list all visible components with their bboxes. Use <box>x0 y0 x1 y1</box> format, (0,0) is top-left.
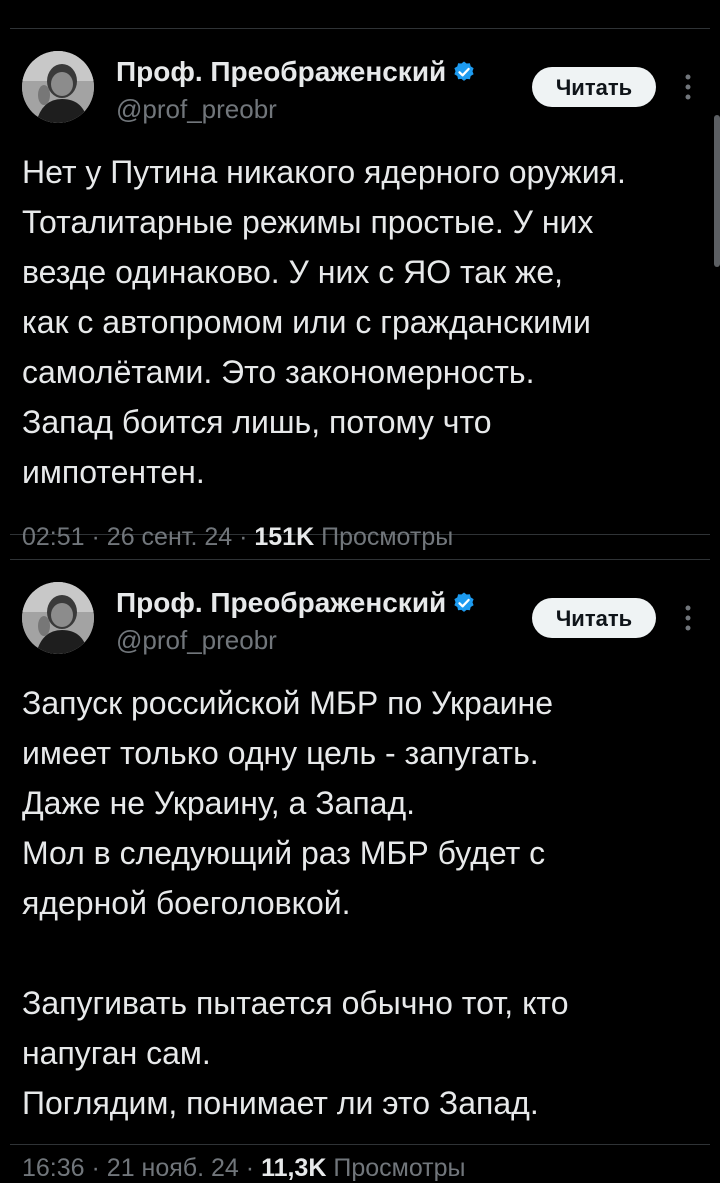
tweet-card[interactable]: Проф. Преображенский @prof_preobr Читать… <box>0 560 720 1182</box>
tweet-text: Нет у Путина никакого ядерного оружия. Т… <box>22 147 698 497</box>
meta-separator: · <box>239 523 255 551</box>
tweet-text-line: импотентен. <box>22 454 205 490</box>
meta-separator: · <box>91 1154 107 1182</box>
top-spacer <box>0 0 720 28</box>
tweet-text-line: Запугивать пытается обычно тот, кто <box>22 985 569 1021</box>
tweet-text-line: Поглядим, понимает ли это Запад. <box>22 1085 539 1121</box>
tweet-text: Запуск российской МБР по Украине имеет т… <box>22 678 698 1128</box>
avatar[interactable] <box>22 51 94 123</box>
author-names: Проф. Преображенский @prof_preobr <box>116 586 476 657</box>
tweet-text-line: имеет только одну цель - запугать. <box>22 735 539 771</box>
tweet-header: Проф. Преображенский @prof_preobr Читать <box>22 51 698 131</box>
verified-badge-icon <box>452 58 476 92</box>
tweet-text-line: Нет у Путина никакого ядерного оружия. <box>22 154 626 190</box>
tweet-text-line: самолётами. Это закономерность. <box>22 354 535 390</box>
display-name-text[interactable]: Проф. Преображенский <box>116 587 446 618</box>
tweet-text-line: Даже не Украину, а Запад. <box>22 785 416 821</box>
tweet-time[interactable]: 02:51 <box>22 523 85 551</box>
more-vertical-icon[interactable] <box>678 598 698 638</box>
tweet-text-line: везде одинаково. У них с ЯО так же, <box>22 254 564 290</box>
more-vertical-icon[interactable] <box>678 67 698 107</box>
follow-button[interactable]: Читать <box>532 67 656 107</box>
author-display-name[interactable]: Проф. Преображенский <box>116 55 476 92</box>
scrollbar[interactable] <box>714 115 720 267</box>
tweet-meta: 16:36 · 21 нояб. 24 · 11,3K Просмотры <box>22 1154 698 1183</box>
tweet-header: Проф. Преображенский @prof_preobr Читать <box>22 582 698 662</box>
views-label: Просмотры <box>333 1154 466 1182</box>
views-count: 151K <box>254 523 315 551</box>
author-handle[interactable]: @prof_preobr <box>116 92 476 126</box>
verified-badge-icon <box>452 589 476 623</box>
tweet-text-line: Тоталитарные режимы простые. У них <box>22 204 594 240</box>
follow-button[interactable]: Читать <box>532 598 656 638</box>
meta-separator: · <box>245 1154 262 1182</box>
tweet-date[interactable]: 21 нояб. 24 <box>107 1154 239 1182</box>
author-handle[interactable]: @prof_preobr <box>116 623 476 657</box>
tweet-date[interactable]: 26 сент. 24 <box>107 523 232 551</box>
divider-bottom <box>10 1144 710 1145</box>
avatar[interactable] <box>22 582 94 654</box>
tweet-card[interactable]: Проф. Преображенский @prof_preobr Читать… <box>0 29 720 551</box>
tweet-meta: 02:51 · 26 сент. 24 · 151K Просмотры <box>22 523 698 552</box>
display-name-text[interactable]: Проф. Преображенский <box>116 56 446 87</box>
tweet-text-line: Мол в следующий раз МБР будет с <box>22 835 546 871</box>
tweet-text-line: как с автопромом или с гражданскими <box>22 304 591 340</box>
tweet-text-line: ядерной боеголовкой. <box>22 885 351 921</box>
tweet-text-line: Запад боится лишь, потому что <box>22 404 492 440</box>
tweet-text-line: напуган сам. <box>22 1035 211 1071</box>
tweet-text-line: Запуск российской МБР по Украине <box>22 685 553 721</box>
author-display-name[interactable]: Проф. Преображенский <box>116 586 476 623</box>
views-count: 11,3K <box>261 1154 327 1182</box>
tweet-time[interactable]: 16:36 <box>22 1154 85 1182</box>
author-names: Проф. Преображенский @prof_preobr <box>116 55 476 126</box>
views-label: Просмотры <box>321 523 454 551</box>
meta-separator: · <box>91 523 107 551</box>
